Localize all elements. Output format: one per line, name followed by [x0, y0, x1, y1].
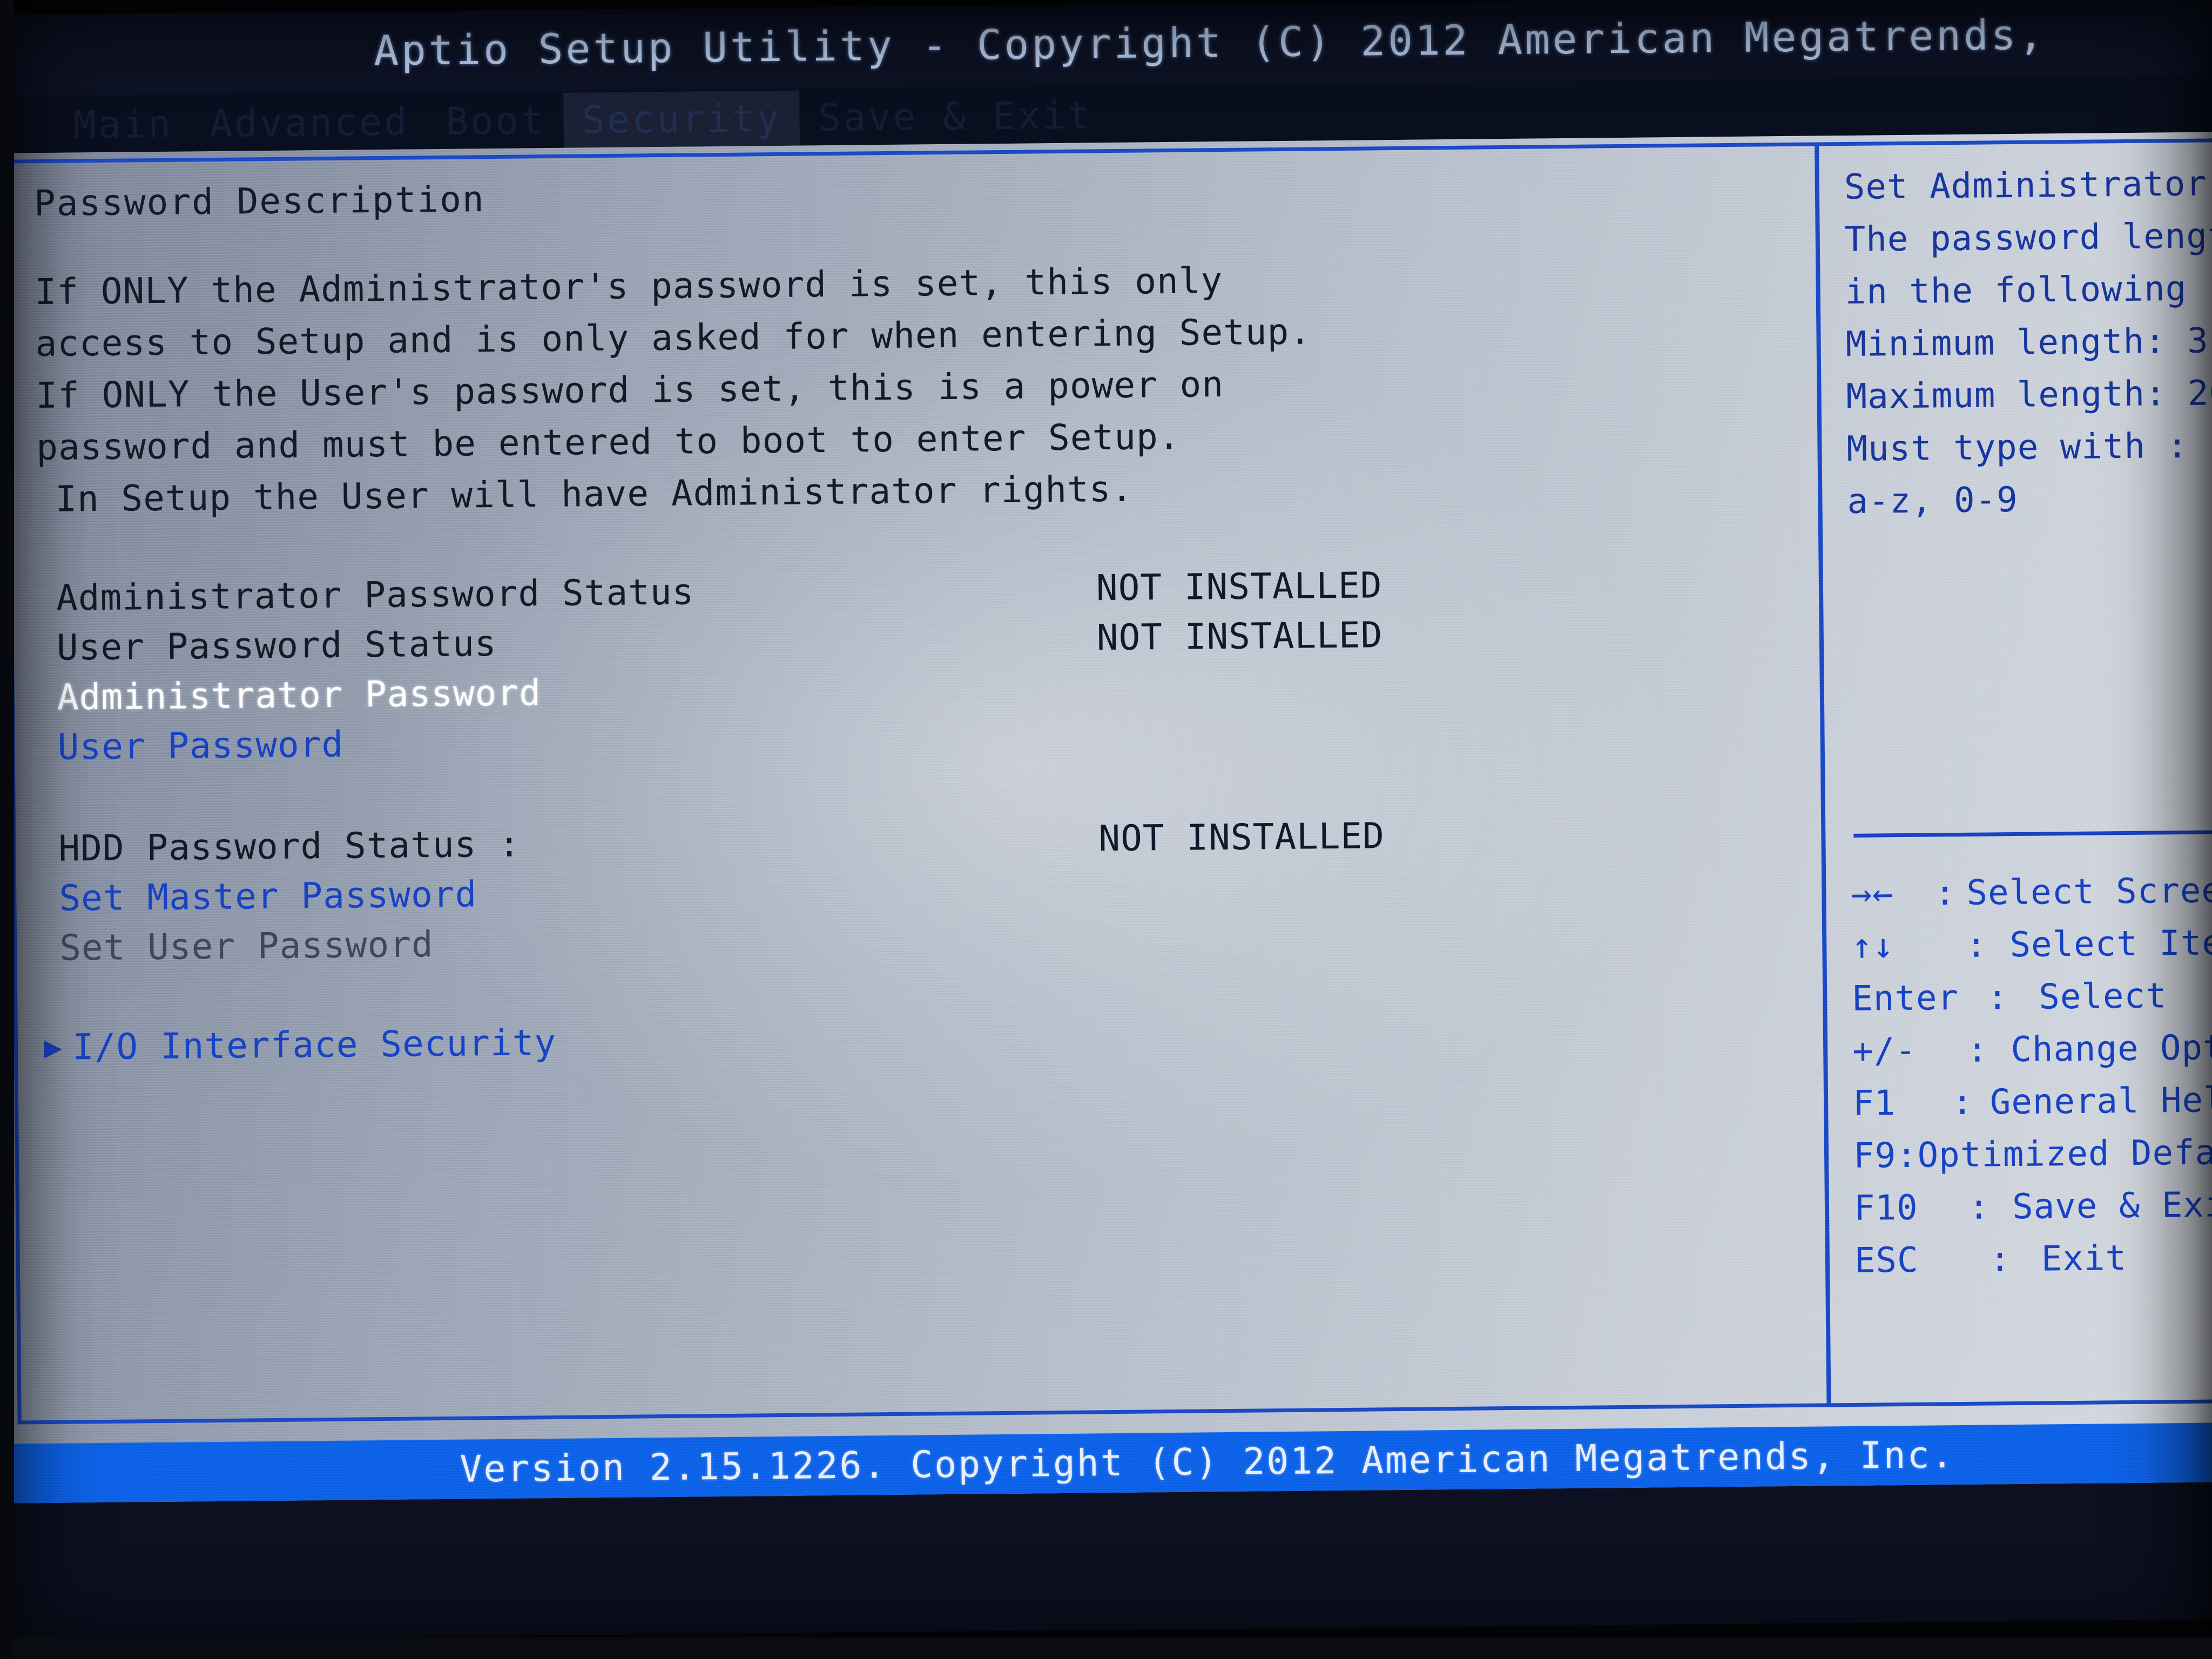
legend-label: Select — [2038, 976, 2167, 1017]
security-options-pane: Password Description If ONLY the Adminis… — [34, 166, 1792, 1072]
legend-colon: : — [1896, 1135, 1918, 1176]
screen-bezel-bottom — [0, 1637, 2212, 1659]
legend-colon: : — [1989, 1239, 2011, 1280]
legend-optimized-defaults: F9 : Optimized Defaults — [1853, 1132, 2212, 1189]
f1-key-icon: F1 — [1852, 1083, 1896, 1124]
legend-colon: : — [1968, 1187, 1990, 1228]
arrow-left-right-icon: →← — [1851, 874, 1894, 914]
setup-body: Password Description If ONLY the Adminis… — [0, 131, 2212, 1504]
administrator-password-status-value: NOT INSTALLED — [1096, 564, 1382, 609]
enter-key-icon: Enter — [1851, 978, 1959, 1019]
plus-minus-key-icon: +/- — [1852, 1030, 1917, 1071]
tab-boot[interactable]: Boot — [427, 93, 564, 149]
legend-save-exit: F10 : Save & Exit — [1854, 1185, 2212, 1241]
legend-label: General Help — [1990, 1080, 2212, 1123]
tab-security[interactable]: Security — [563, 90, 800, 148]
legend-select-screen: →← : Select Screen — [1851, 871, 2212, 927]
submenu-arrow-icon: ▶ — [43, 1029, 63, 1065]
legend-change-opt: +/- : Change Opt. — [1852, 1028, 2212, 1084]
legend-label: Exit — [2041, 1238, 2127, 1279]
legend-label: Select Item — [2009, 922, 2212, 966]
help-line-1: Set Administrator Password. — [1844, 162, 2212, 207]
help-pane: Set Administrator Password. The password… — [1844, 158, 2212, 1405]
legend-label: Change Opt. — [2011, 1027, 2212, 1070]
legend-colon: : — [1966, 1030, 1988, 1070]
bios-setup-screen: Aptio Setup Utility - Copyright (C) 2012… — [0, 0, 2212, 1641]
tab-save-exit[interactable]: Save & Exit — [800, 87, 1111, 146]
key-legend: →← : Select Screen ↑↓ : Select Item Ente… — [1851, 871, 2212, 1293]
legend-label: Save & Exit — [2012, 1184, 2212, 1228]
hdd-password-status-value: NOT INSTALLED — [1098, 815, 1385, 860]
screen-photograph: Aptio Setup Utility - Copyright (C) 2012… — [0, 0, 2212, 1659]
user-password-status-value: NOT INSTALLED — [1096, 614, 1383, 659]
legend-colon: : — [1934, 873, 1956, 914]
legend-select-item: ↑↓ : Select Item — [1851, 923, 2212, 979]
help-line-6: Must type with : — [1846, 426, 2189, 469]
help-line-7: a-z, 0-9 — [1847, 480, 2019, 522]
tab-main[interactable]: Main — [55, 96, 192, 152]
help-line-5: Maximum length: 20 — [1846, 373, 2212, 417]
legend-general-help: F1 : General Help — [1853, 1080, 2212, 1136]
io-interface-security-item[interactable]: I/O Interface Security — [72, 1021, 557, 1068]
help-line-4: Minimum length: 3 — [1845, 321, 2209, 365]
legend-enter: Enter : Select — [1852, 975, 2212, 1031]
legend-colon: : — [1965, 925, 1988, 966]
help-line-2: The password length must be — [1844, 214, 2212, 260]
f9-key-icon: F9 — [1853, 1136, 1897, 1176]
legend-label: Select Screen — [1966, 870, 2212, 913]
version-bar: Version 2.15.1226. Copyright (C) 2012 Am… — [0, 1422, 2212, 1504]
esc-key-icon: ESC — [1854, 1240, 1919, 1281]
help-line-3: in the following range: — [1845, 267, 2212, 312]
legend-label: Optimized Defaults — [1917, 1131, 2212, 1176]
screen-bezel-left — [0, 0, 14, 1659]
arrow-up-down-icon: ↑↓ — [1851, 926, 1894, 967]
legend-colon: : — [1952, 1082, 1974, 1123]
legend-exit: ESC : Exit — [1854, 1237, 2212, 1293]
tab-advanced[interactable]: Advanced — [191, 94, 428, 151]
legend-colon: : — [1986, 977, 2009, 1018]
version-text: Version 2.15.1226. Copyright (C) 2012 Am… — [460, 1433, 1955, 1491]
help-separator — [1853, 830, 2212, 838]
page-title: Aptio Setup Utility - Copyright (C) 2012… — [373, 10, 2046, 75]
f10-key-icon: F10 — [1853, 1188, 1918, 1229]
